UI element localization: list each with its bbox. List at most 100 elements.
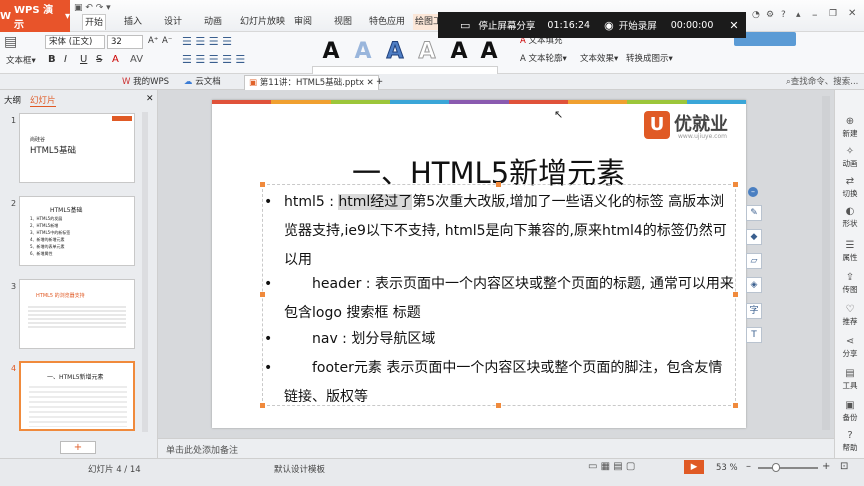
- paragraph-icons-row2[interactable]: ☰ ☰ ☰ ☰ ☰: [182, 53, 245, 66]
- sidebar-tool[interactable]: ▤ 工具: [835, 368, 864, 391]
- italic-button[interactable]: I: [64, 54, 67, 65]
- settings-icon[interactable]: ⚙: [766, 10, 774, 20]
- thumb-title: 一、HTML5新增元素: [47, 374, 104, 381]
- command-search[interactable]: ⌕查找命令、搜索...: [782, 75, 862, 90]
- style-a-black[interactable]: A: [316, 38, 346, 66]
- font-grow-button[interactable]: A⁺: [148, 36, 158, 46]
- outline-icon[interactable]: ▱: [746, 253, 762, 269]
- slide-thumb-3[interactable]: HTML5 的浏览器支持: [19, 279, 135, 349]
- sidebar-transition[interactable]: ⇄ 切换: [835, 176, 864, 199]
- thumb-scrollbar[interactable]: [142, 112, 148, 432]
- style-a-outline[interactable]: A: [412, 38, 442, 66]
- font-color-icon[interactable]: A: [112, 54, 119, 65]
- thumb-line: 4、新增的新增元素: [30, 237, 65, 242]
- wps-logo-icon: W: [0, 10, 12, 22]
- tab-outline[interactable]: 大纲: [4, 94, 21, 106]
- font-shrink-button[interactable]: A⁻: [162, 36, 172, 46]
- new-tab-button[interactable]: +: [372, 75, 387, 90]
- sidebar-share[interactable]: ⋖ 分享: [835, 336, 864, 359]
- fit-window-icon[interactable]: ⊡: [840, 461, 848, 472]
- zoom-slider[interactable]: [758, 467, 818, 469]
- bullet-dot: •: [264, 194, 273, 210]
- sidebar-new[interactable]: ⊕ 新建: [835, 116, 864, 139]
- stripe-segment: [508, 100, 568, 104]
- skin-icon[interactable]: ◔: [752, 10, 760, 20]
- tab-cloud-docs[interactable]: ☁ 云文档: [180, 75, 225, 90]
- tab-slides[interactable]: 幻灯片: [30, 94, 56, 107]
- tab-current-file[interactable]: ▣ 第11讲：HTML5基础.pptx ✕: [244, 75, 379, 90]
- bullet-item[interactable]: • html5 : html经过了第5次重大改版,增加了一些语义化的标签 高版本…: [264, 188, 734, 275]
- char-spacing-icon[interactable]: AV: [130, 54, 143, 65]
- stripe-segment: [389, 100, 450, 104]
- text-format-icon[interactable]: 字: [746, 303, 762, 319]
- edit-shape-icon[interactable]: ✎: [746, 205, 762, 221]
- text-effect-button[interactable]: 文本效果▾: [580, 52, 618, 64]
- resize-handle[interactable]: [496, 182, 501, 187]
- tab-my-wps[interactable]: W 我的WPS: [118, 75, 173, 90]
- sidebar-property[interactable]: ☰ 属性: [835, 240, 864, 263]
- resize-handle[interactable]: [733, 182, 738, 187]
- view-mode-icons[interactable]: ▭ ▦ ▤ ▢: [588, 461, 635, 472]
- menu-insert[interactable]: 插入: [122, 14, 144, 30]
- maximize-icon[interactable]: ❐: [829, 9, 837, 19]
- close-icon[interactable]: ✕: [848, 8, 856, 19]
- style-a-shadow[interactable]: A: [444, 38, 474, 66]
- slide-thumb-2[interactable]: HTML5基础 1、HTML5的发展 2、HTML5新增 3、HTML5中的新标…: [19, 196, 135, 266]
- bullet-item[interactable]: • nav : 划分导航区域: [264, 325, 734, 354]
- ribbon-collapse-icon[interactable]: ▴: [796, 10, 801, 20]
- design-template[interactable]: 默认设计模板: [274, 463, 325, 475]
- resize-handle[interactable]: [260, 182, 265, 187]
- panel-close-icon[interactable]: ✕: [146, 94, 154, 104]
- convert-smartart-button[interactable]: 转换成图示▾: [626, 52, 673, 64]
- menu-view[interactable]: 视图: [332, 14, 354, 30]
- textbox-button[interactable]: 文本框▾: [6, 54, 36, 66]
- sidebar-recommend[interactable]: ♡ 推荐: [835, 304, 864, 327]
- sidebar-animation[interactable]: ✧ 动画: [835, 146, 864, 169]
- bullet-item[interactable]: • footer元素 表示页面中一个内容区块或整个页面的脚注，包含友情链接、版权…: [264, 354, 734, 412]
- collapse-tools-icon[interactable]: –: [748, 187, 758, 197]
- zoom-slider-knob[interactable]: [771, 463, 780, 472]
- resize-handle[interactable]: [260, 403, 265, 408]
- app-menu-button[interactable]: W WPS 演示 ▾: [0, 0, 70, 32]
- menu-design[interactable]: 设计: [162, 14, 184, 30]
- paragraph-icons-row1[interactable]: ☰ ☰ ☰ ☰: [182, 35, 232, 48]
- stop-share-button[interactable]: 停止屏幕分享: [478, 18, 535, 32]
- font-name-select[interactable]: 宋体 (正文): [45, 35, 105, 49]
- sidebar-backup[interactable]: ▣ 备份: [835, 400, 864, 423]
- bold-button[interactable]: B: [48, 54, 56, 65]
- zoom-out-icon[interactable]: –: [746, 461, 751, 472]
- text-direction-icon[interactable]: T: [746, 327, 762, 343]
- quick-access-icons[interactable]: ▣ ↶ ↷ ▾: [74, 3, 111, 13]
- sidebar-shape[interactable]: ◐ 形状: [835, 206, 864, 229]
- menu-home[interactable]: 开始: [82, 14, 107, 30]
- sidebar-label: 形状: [842, 219, 858, 228]
- menu-features[interactable]: 特色应用: [367, 14, 407, 30]
- menu-review[interactable]: 审阅: [292, 14, 314, 30]
- slide-thumb-1[interactable]: 尚硅谷 HTML5基础: [19, 113, 135, 183]
- menu-slideshow[interactable]: 幻灯片放映: [238, 14, 287, 30]
- layers-icon[interactable]: ◈: [746, 277, 762, 293]
- style-a-bold[interactable]: A: [474, 38, 504, 66]
- sidebar-help[interactable]: ? 帮助: [835, 430, 864, 453]
- notes-area[interactable]: 单击此处添加备注: [158, 438, 834, 458]
- slide-thumb-4[interactable]: 一、HTML5新增元素: [19, 361, 135, 431]
- start-record-button[interactable]: 开始录屏: [619, 18, 657, 32]
- style-a-lightblue[interactable]: A: [348, 38, 378, 66]
- play-slideshow-icon[interactable]: ▶: [684, 460, 704, 474]
- bullet-item[interactable]: • header : 表示页面中一个内容区块或整个页面的标题, 通常可以用来包含…: [264, 270, 734, 328]
- textbox-icon[interactable]: ▤: [4, 34, 17, 50]
- add-slide-button[interactable]: +: [60, 441, 96, 454]
- zoom-in-icon[interactable]: +: [822, 461, 830, 472]
- style-a-blue[interactable]: A: [380, 38, 410, 66]
- sidebar-upload[interactable]: ⇪ 传图: [835, 272, 864, 295]
- help-icon[interactable]: ?: [781, 10, 786, 20]
- menu-animation[interactable]: 动画: [202, 14, 224, 30]
- text-outline-button[interactable]: A 文本轮廓▾: [520, 52, 567, 64]
- canvas-scrollbar[interactable]: [822, 96, 830, 430]
- fill-icon[interactable]: ◆: [746, 229, 762, 245]
- minimize-icon[interactable]: –: [812, 8, 818, 21]
- strike-button[interactable]: S: [96, 54, 102, 65]
- underline-button[interactable]: U: [80, 54, 87, 65]
- font-size-select[interactable]: 32: [107, 35, 143, 49]
- share-close-icon[interactable]: ✕: [729, 19, 738, 32]
